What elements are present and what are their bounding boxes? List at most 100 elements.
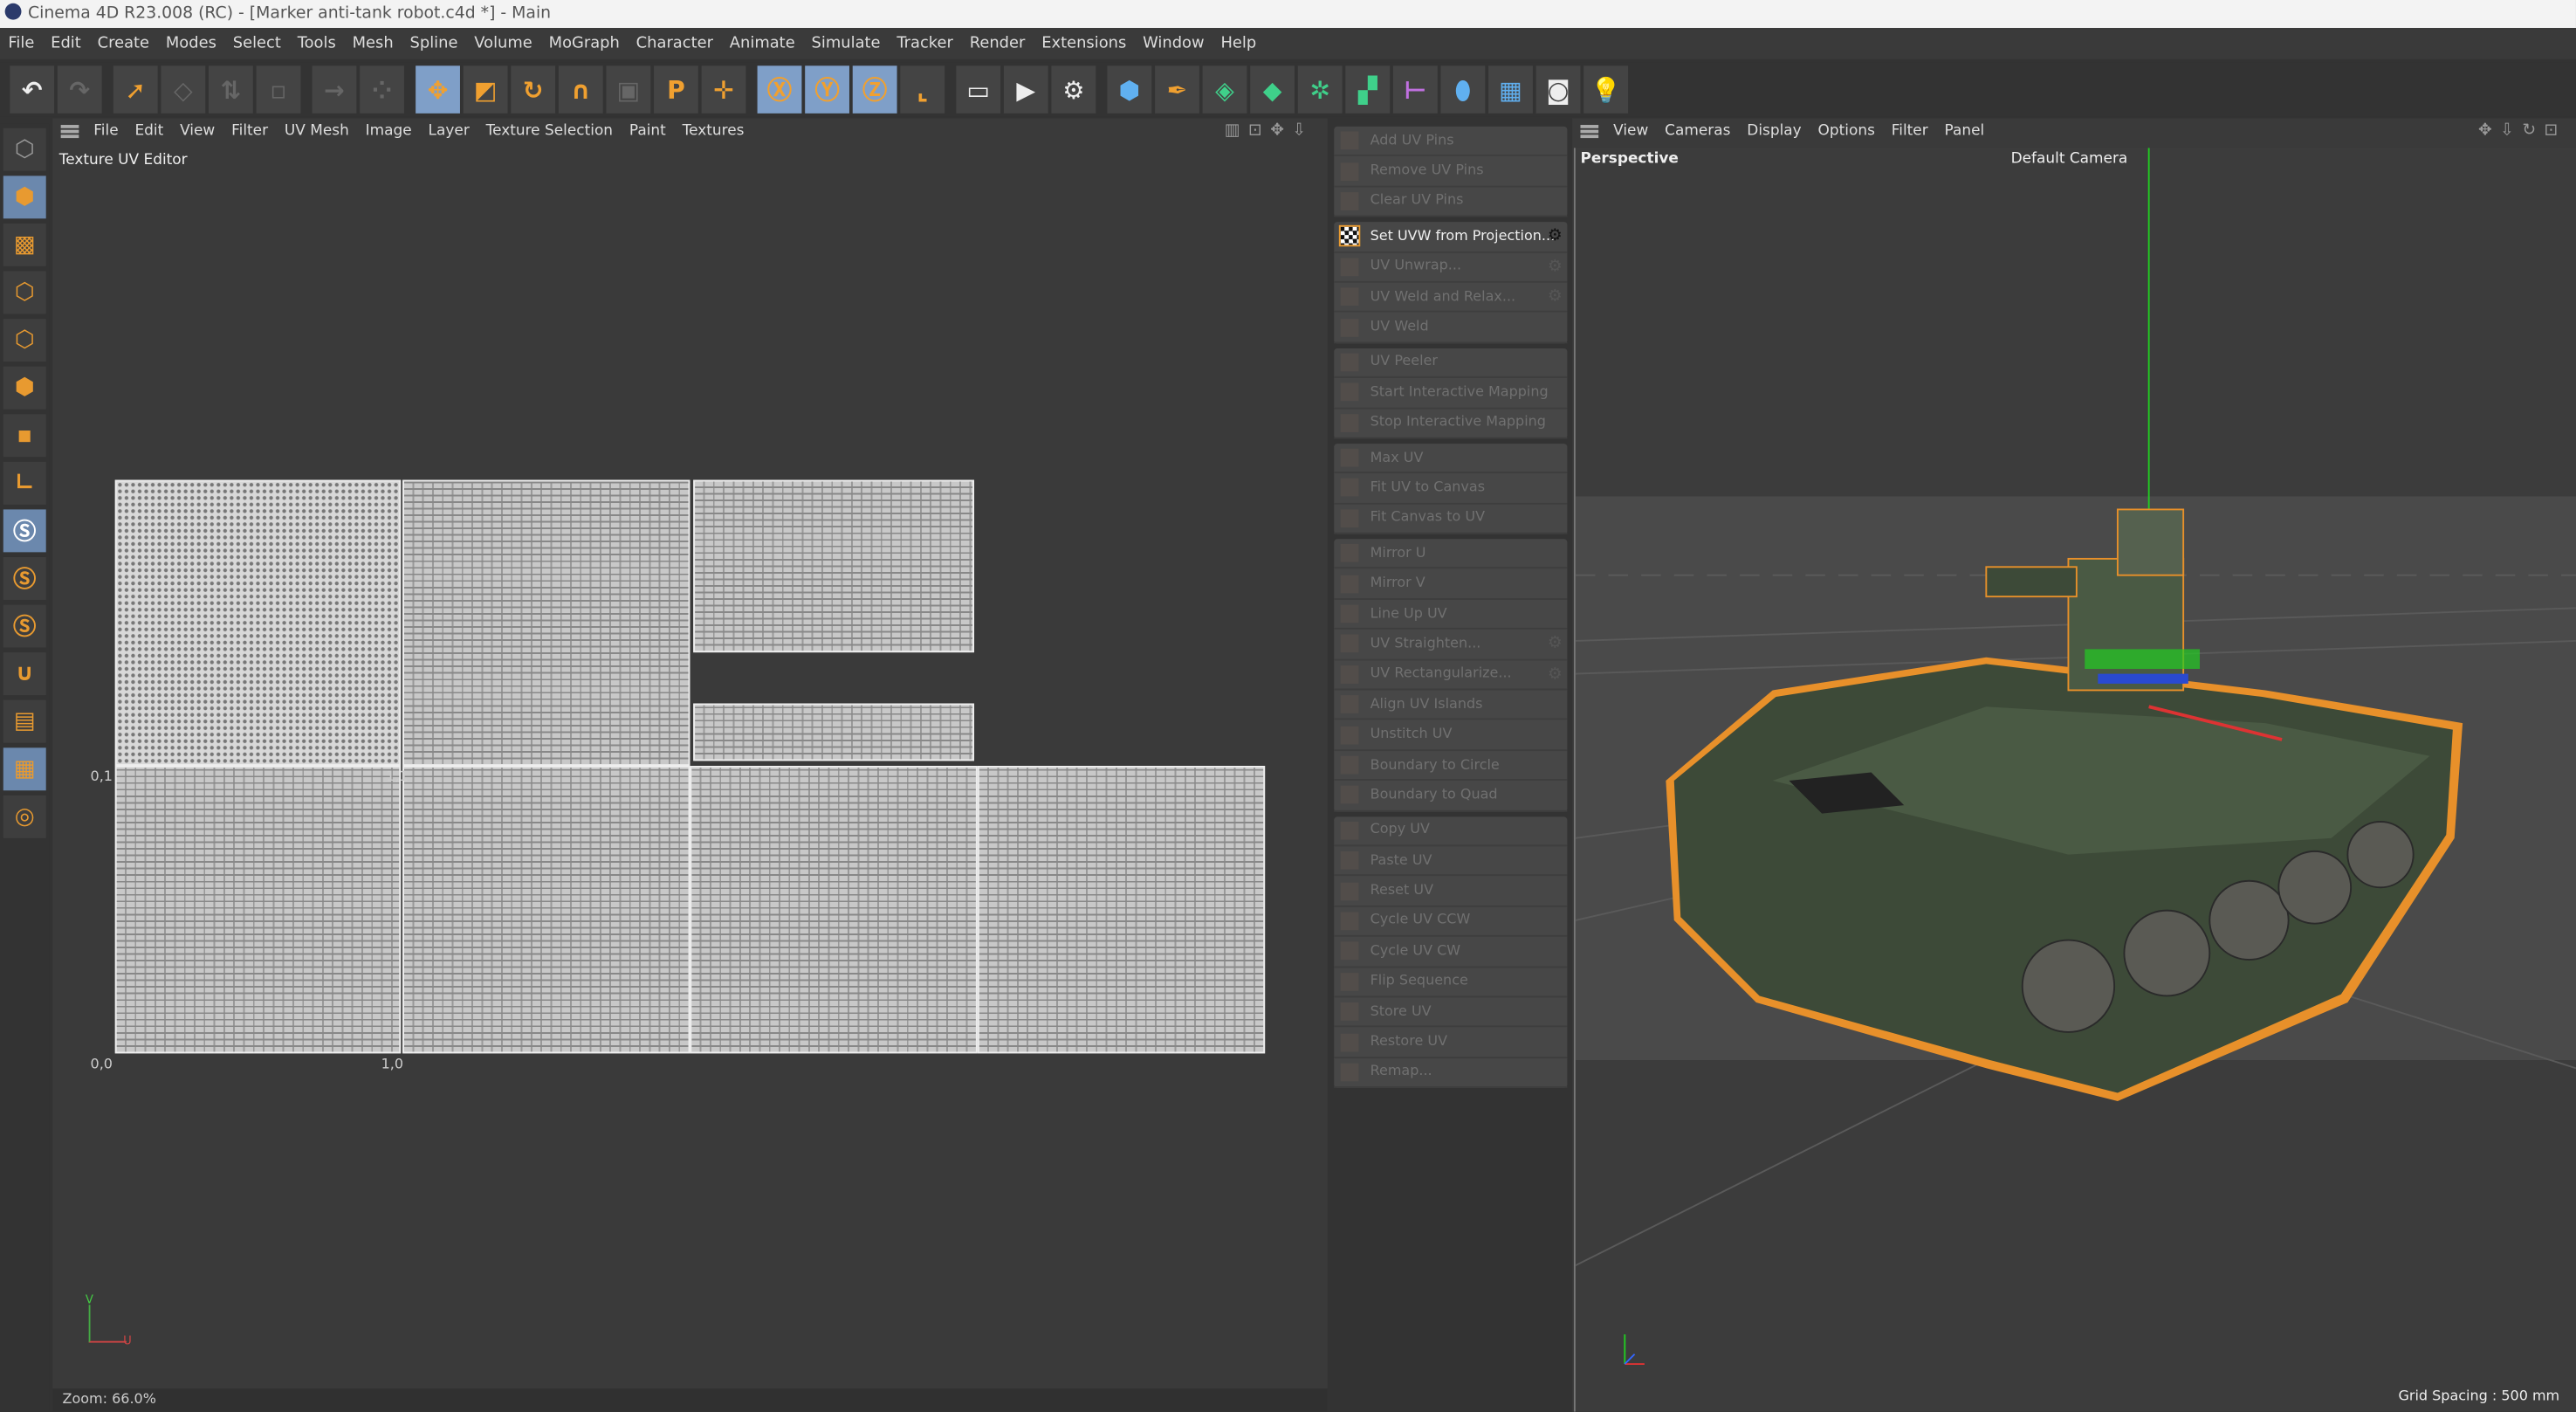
viewport-canvas[interactable]: Perspective Default Camera Grid Spacing … (1573, 148, 2576, 1412)
model-mode-icon[interactable]: ⬢ (3, 176, 46, 219)
uv-menu-file[interactable]: File (86, 123, 127, 140)
uv-menu-edit[interactable]: Edit (127, 123, 172, 140)
camera-icon[interactable]: ◙ (1535, 65, 1581, 114)
rotate-tool-icon[interactable]: ↻ (511, 65, 556, 114)
menu-mograph[interactable]: MoGraph (540, 35, 628, 53)
command-boundary-to-quad[interactable]: Boundary to Quad (1334, 781, 1568, 811)
panel-nav-icons[interactable]: ▥⊡✥⇩ (1225, 121, 1315, 140)
viewport-menu-view[interactable]: View (1605, 123, 1657, 140)
command-remove-uv-pins[interactable]: Remove UV Pins (1334, 157, 1568, 188)
convert-icon[interactable]: → (312, 65, 357, 114)
points-mode-icon[interactable]: ⬡ (3, 271, 46, 314)
move-tool-icon[interactable]: ✥ (416, 65, 460, 114)
viewport-nav-icons[interactable]: ✥⇩↻⊡ (2478, 121, 2566, 140)
menu-render[interactable]: Render (961, 35, 1033, 53)
y-axis-lock-icon[interactable]: Ⓨ (805, 65, 849, 114)
gear-icon[interactable]: ⚙ (1548, 288, 1563, 307)
command-cycle-uv-ccw[interactable]: Cycle UV CCW (1334, 906, 1568, 938)
viewport-menu-cameras[interactable]: Cameras (1657, 123, 1739, 140)
snap-grid-icon[interactable]: ▦ (3, 747, 46, 791)
command-copy-uv[interactable]: Copy UV (1334, 816, 1568, 847)
menu-file[interactable]: File (0, 35, 43, 53)
command-reset-uv[interactable]: Reset UV (1334, 877, 1568, 907)
hamburger-menu-icon[interactable] (1580, 125, 1599, 139)
command-uv-rectangularize[interactable]: UV Rectangularize... ⚙ (1334, 660, 1568, 691)
command-store-uv[interactable]: Store UV (1334, 997, 1568, 1028)
polygons-mode-icon[interactable]: ⬢ (3, 366, 46, 410)
uv-menu-texture-selection[interactable]: Texture Selection (477, 123, 621, 140)
uv-menu-textures[interactable]: Textures (674, 123, 752, 140)
uv-menu-view[interactable]: View (172, 123, 223, 140)
edges-mode-icon[interactable]: ⬡ (3, 319, 46, 362)
viewport-menu-filter[interactable]: Filter (1883, 123, 1936, 140)
command-fit-uv-to-canvas[interactable]: Fit UV to Canvas (1334, 474, 1568, 505)
menu-select[interactable]: Select (224, 35, 289, 53)
workplane-grid-icon[interactable]: ▤ (3, 699, 46, 743)
menu-tracker[interactable]: Tracker (889, 35, 961, 53)
menu-mesh[interactable]: Mesh (344, 35, 402, 53)
cube-icon[interactable]: ⬢ (1107, 65, 1152, 114)
select-tool-icon[interactable]: ➚ (113, 65, 158, 114)
command-remap[interactable]: Remap... (1334, 1057, 1568, 1089)
command-start-interactive-mapping[interactable]: Start Interactive Mapping (1334, 378, 1568, 409)
command-unstitch-uv[interactable]: Unstitch UV (1334, 720, 1568, 751)
uv-menu-filter[interactable]: Filter (223, 123, 277, 140)
command-uv-unwrap[interactable]: UV Unwrap... ⚙ (1334, 252, 1568, 283)
x-axis-lock-icon[interactable]: Ⓧ (757, 65, 802, 114)
quantize-icon[interactable]: ◎ (3, 795, 46, 838)
menu-volume[interactable]: Volume (466, 35, 540, 53)
axis-mode-icon[interactable]: ∟ (3, 461, 46, 505)
command-boundary-to-circle[interactable]: Boundary to Circle (1334, 751, 1568, 782)
uv-mode-icon[interactable]: ▪ (3, 414, 46, 458)
command-set-uvw-from-projection[interactable]: Set UVW from Projection... ⚙ (1334, 222, 1568, 253)
psr-icon[interactable]: P (654, 65, 698, 114)
command-uv-weld[interactable]: UV Weld (1334, 313, 1568, 343)
undo-icon[interactable]: ↶ (10, 65, 55, 114)
command-fit-canvas-to-uv[interactable]: Fit Canvas to UV (1334, 504, 1568, 534)
menu-spline[interactable]: Spline (402, 35, 466, 53)
menu-tools[interactable]: Tools (289, 35, 344, 53)
solo-hierarchy-icon[interactable]: Ⓢ (3, 556, 46, 600)
menu-animate[interactable]: Animate (721, 35, 803, 53)
magnet-icon[interactable]: ∪ (3, 652, 46, 696)
cloner-icon[interactable]: ✲ (1297, 65, 1343, 114)
menu-edit[interactable]: Edit (43, 35, 89, 53)
snap-magnet-icon[interactable]: ∩ (558, 65, 603, 114)
make-editable-icon[interactable]: ⬡ (3, 127, 46, 171)
command-line-up-uv[interactable]: Line Up UV (1334, 600, 1568, 630)
command-restore-uv[interactable]: Restore UV (1334, 1028, 1568, 1058)
menu-simulate[interactable]: Simulate (803, 35, 889, 53)
render-settings-icon[interactable]: ⚙ (1051, 65, 1096, 114)
scale-tool-icon[interactable]: ◩ (463, 65, 508, 114)
command-mirror-v[interactable]: Mirror V (1334, 569, 1568, 600)
command-max-uv[interactable]: Max UV (1334, 444, 1568, 474)
solo-off-icon[interactable]: Ⓢ (3, 604, 46, 648)
subdivision-icon[interactable]: ◈ (1202, 65, 1247, 114)
workplane-icon[interactable]: ▣ (606, 65, 651, 114)
command-paste-uv[interactable]: Paste UV (1334, 846, 1568, 877)
coordinate-system-icon[interactable]: ⌞ (900, 65, 945, 114)
uv-canvas[interactable]: 0,1 1,1 0,0 1,0 V U (52, 171, 1327, 1412)
menu-character[interactable]: Character (628, 35, 721, 53)
gear-icon[interactable]: ⚙ (1548, 665, 1563, 684)
field-icon[interactable]: ⬮ (1440, 65, 1486, 114)
command-uv-weld-and-relax[interactable]: UV Weld and Relax... ⚙ (1334, 283, 1568, 313)
gear-icon[interactable]: ⚙ (1548, 635, 1563, 653)
command-stop-interactive-mapping[interactable]: Stop Interactive Mapping (1334, 409, 1568, 439)
place-icon[interactable]: ▫ (256, 65, 301, 114)
uv-menu-paint[interactable]: Paint (621, 123, 674, 140)
uv-menu-uv-mesh[interactable]: UV Mesh (276, 123, 357, 140)
menu-create[interactable]: Create (89, 35, 157, 53)
camera-name[interactable]: Default Camera (2011, 151, 2128, 168)
command-flip-sequence[interactable]: Flip Sequence (1334, 968, 1568, 998)
points-icon[interactable]: ⁘ (360, 65, 404, 114)
render-view-icon[interactable]: ▭ (956, 65, 1001, 114)
redo-icon[interactable]: ↷ (57, 65, 102, 114)
command-cycle-uv-cw[interactable]: Cycle UV CW (1334, 937, 1568, 968)
z-axis-lock-icon[interactable]: Ⓩ (852, 65, 897, 114)
viewport-menu-options[interactable]: Options (1810, 123, 1883, 140)
axis-icon[interactable]: ✛ (701, 65, 746, 114)
menu-modes[interactable]: Modes (157, 35, 224, 53)
pen-icon[interactable]: ✒ (1155, 65, 1199, 114)
menu-help[interactable]: Help (1212, 35, 1265, 53)
